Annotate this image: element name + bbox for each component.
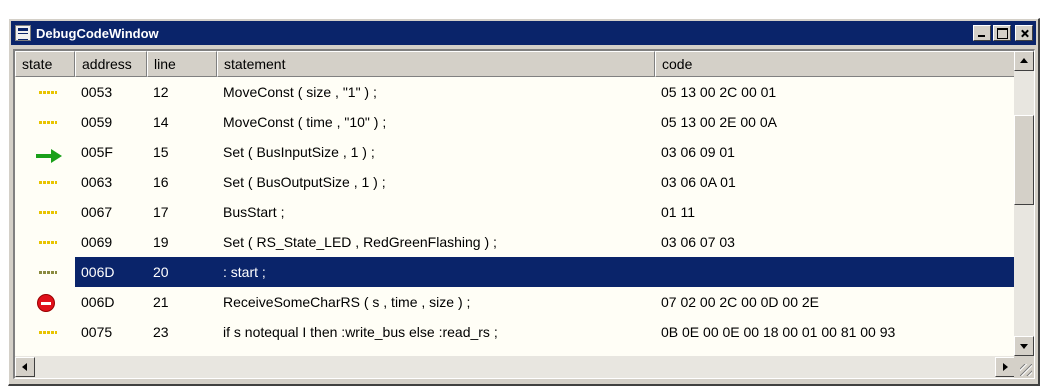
address-cell: 0075 [81, 324, 113, 340]
title-bar[interactable]: DebugCodeWindow [11, 21, 1036, 45]
statement-cell: Set ( BusOutputSize , 1 ) ; [223, 174, 386, 190]
code-cell: 05 13 00 2C 00 01 [661, 84, 777, 100]
code-cell: 03 06 07 03 [661, 234, 735, 250]
line-cell: 21 [153, 294, 169, 310]
code-cell: 07 02 00 2C 00 0D 00 2E [661, 294, 820, 310]
minimize-icon[interactable] [973, 25, 991, 41]
horizontal-scrollbar[interactable] [15, 356, 1015, 378]
line-cell: 12 [153, 84, 169, 100]
line-cell: 15 [153, 144, 169, 160]
address-cell: 0053 [81, 84, 113, 100]
column-header: state address line statement code [15, 51, 1015, 77]
line-cell: 20 [147, 257, 217, 287]
statement-cell: MoveConst ( time , "10" ) ; [223, 114, 387, 130]
table-row[interactable]: 0067 17 BusStart ; 01 11 [15, 197, 1015, 227]
table-row[interactable]: 005F 15 Set ( BusInputSize , 1 ) ; 03 06 09… [15, 137, 1015, 167]
current-line-arrow-icon[interactable] [35, 144, 63, 163]
state-cell[interactable] [15, 167, 75, 197]
line-cell: 16 [153, 174, 169, 190]
address-cell: 0059 [81, 114, 113, 130]
breakpoint-available-icon[interactable] [39, 241, 57, 244]
code-cell: 05 13 00 2E 00 0A [661, 114, 777, 130]
line-cell: 14 [153, 114, 169, 130]
code-cell [655, 257, 1015, 287]
table-row[interactable]: 0053 12 MoveConst ( size , "1" ) ; 05 13 00… [15, 77, 1015, 107]
state-cell[interactable] [15, 137, 75, 167]
table-row[interactable]: 006D 21 ReceiveSomeCharRS ( s , time , siz… [15, 287, 1015, 317]
vertical-scrollbar[interactable] [1014, 51, 1034, 356]
breakpoint-available-icon[interactable] [39, 91, 57, 94]
scroll-up-icon[interactable] [1014, 51, 1034, 71]
column-header-address[interactable]: address [75, 51, 147, 77]
code-cell: 03 06 09 01 [661, 144, 735, 160]
line-cell: 19 [153, 234, 169, 250]
scroll-right-icon[interactable] [995, 357, 1015, 377]
address-cell: 005F [81, 144, 113, 160]
state-cell[interactable] [15, 317, 75, 347]
statement-cell: MoveConst ( size , "1" ) ; [223, 84, 377, 100]
table-row[interactable]: 0059 14 MoveConst ( time , "10" ) ; 05 13 0… [15, 107, 1015, 137]
statement-cell: : start ; [217, 257, 655, 287]
code-cell: 03 06 0A 01 [661, 174, 736, 190]
table-row[interactable]: 0075 23 if s notequal I then :write_bus el… [15, 317, 1015, 347]
code-cell: 01 11 [661, 204, 695, 220]
code-cell: 0B 0E 00 0E 00 18 00 01 00 81 00 93 [661, 324, 896, 340]
table-row[interactable]: 0063 16 Set ( BusOutputSize , 1 ) ; 03 06 0… [15, 167, 1015, 197]
breakpoint-available-icon[interactable] [39, 271, 57, 274]
state-cell[interactable] [15, 197, 75, 227]
breakpoint-available-icon[interactable] [39, 331, 57, 334]
column-header-line[interactable]: line [147, 51, 217, 77]
address-cell: 0067 [81, 204, 113, 220]
state-cell[interactable] [15, 77, 75, 107]
vertical-scroll-thumb[interactable] [1014, 114, 1034, 205]
address-cell: 006D [75, 257, 147, 287]
state-cell[interactable] [15, 287, 75, 317]
app-window-icon[interactable] [15, 25, 31, 41]
column-header-state[interactable]: state [15, 51, 75, 77]
address-cell: 006D [81, 294, 115, 310]
window-title: DebugCodeWindow [36, 25, 159, 41]
debug-code-window: DebugCodeWindow state address line state… [8, 18, 1040, 386]
statement-cell: Set ( RS_State_LED , RedGreenFlashing ) … [223, 234, 497, 250]
column-header-statement[interactable]: statement [217, 51, 655, 77]
maximize-icon[interactable] [993, 25, 1011, 41]
close-icon[interactable] [1015, 25, 1033, 41]
code-grid[interactable]: state address line statement code 0053 12… [13, 49, 1035, 379]
breakpoint-stop-icon[interactable] [37, 294, 55, 312]
breakpoint-available-icon[interactable] [39, 181, 57, 184]
scroll-left-icon[interactable] [15, 357, 35, 377]
statement-cell: Set ( BusInputSize , 1 ) ; [223, 144, 375, 160]
resize-grip-icon[interactable] [1014, 356, 1034, 378]
statement-cell: ReceiveSomeCharRS ( s , time , size ) ; [223, 294, 471, 310]
table-row[interactable]: 006D 20: start ; [15, 257, 1015, 287]
table-row[interactable]: 0069 19 Set ( RS_State_LED , RedGreenFlash… [15, 227, 1015, 257]
statement-cell: BusStart ; [223, 204, 285, 220]
scroll-down-icon[interactable] [1014, 336, 1034, 356]
state-cell[interactable] [15, 227, 75, 257]
line-cell: 17 [153, 204, 169, 220]
line-cell: 23 [153, 324, 169, 340]
statement-cell: if s notequal I then :write_bus else :re… [223, 324, 498, 340]
state-cell[interactable] [15, 257, 75, 287]
address-cell: 0063 [81, 174, 113, 190]
code-rows: 0053 12 MoveConst ( size , "1" ) ; 05 13 00… [15, 77, 1015, 361]
column-header-code[interactable]: code [655, 51, 1015, 77]
breakpoint-available-icon[interactable] [39, 211, 57, 214]
address-cell: 0069 [81, 234, 113, 250]
state-cell[interactable] [15, 107, 75, 137]
breakpoint-available-icon[interactable] [39, 121, 57, 124]
